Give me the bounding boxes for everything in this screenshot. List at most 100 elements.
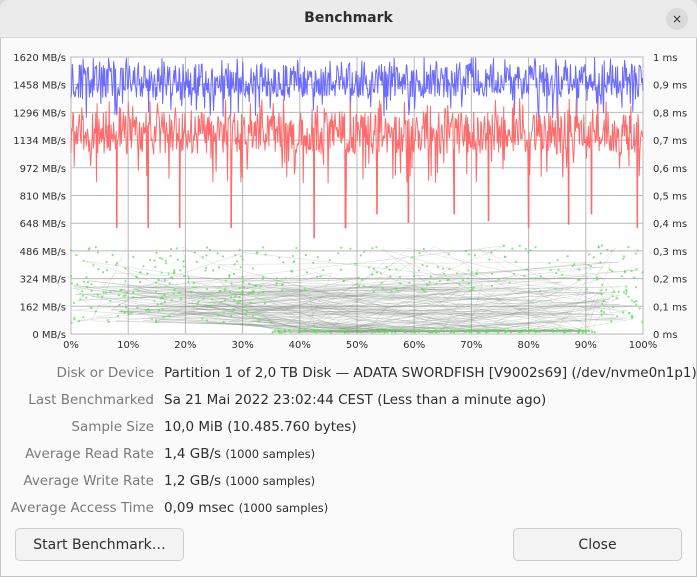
access-time-point (178, 291, 181, 294)
row-value-text: Sa 21 Mai 2022 23:02:44 CEST (Less than … (164, 392, 547, 408)
access-time-point (264, 253, 267, 256)
access-time-point (515, 260, 518, 263)
access-time-point (490, 330, 493, 333)
access-time-point (205, 254, 208, 257)
access-time-point (328, 259, 331, 262)
access-time-point (445, 329, 448, 332)
access-time-point (467, 269, 470, 272)
access-time-point (182, 265, 185, 268)
access-time-point (235, 260, 239, 263)
access-time-point (239, 266, 242, 269)
access-time-point (449, 331, 452, 334)
access-time-point (581, 330, 584, 333)
access-time-point (105, 291, 108, 294)
access-time-point (425, 265, 429, 268)
access-time-point (109, 300, 112, 303)
access-time-point (273, 329, 277, 332)
access-time-point (539, 275, 542, 278)
access-time-point (82, 316, 85, 319)
x-tick: 90% (575, 340, 597, 351)
access-time-point (315, 331, 318, 334)
access-time-point (388, 268, 391, 271)
access-time-point (616, 315, 619, 318)
access-time-point (638, 307, 641, 310)
x-tick: 60% (403, 340, 425, 351)
access-time-point (606, 248, 609, 251)
access-time-point (263, 302, 266, 305)
y-tick-left: 0 MB/s (32, 330, 66, 341)
access-time-point (627, 246, 630, 249)
access-time-point (641, 320, 644, 323)
close-button[interactable]: Close (513, 528, 682, 561)
access-time-point (342, 279, 345, 283)
access-time-point (223, 299, 226, 302)
access-time-point (160, 302, 163, 305)
access-time-point (145, 309, 148, 312)
access-time-point (508, 281, 511, 284)
x-tick: 30% (231, 340, 253, 351)
x-tick: 40% (289, 340, 311, 351)
access-time-point (122, 295, 125, 298)
benchmark-chart: 1620 MB/s 1 ms 1458 MB/s 0,9 ms 1296 MB/s 0,8… (13, 53, 687, 351)
access-time-point (142, 265, 145, 268)
access-time-point (608, 268, 612, 271)
access-time-point (155, 281, 158, 284)
access-time-point (124, 280, 127, 283)
access-time-point (359, 254, 362, 257)
access-time-point (205, 288, 209, 291)
access-time-point (431, 330, 434, 333)
access-time-point (354, 262, 357, 265)
access-time-point (488, 258, 491, 261)
close-icon[interactable]: × (666, 8, 688, 30)
access-time-point (385, 265, 388, 268)
access-time-point (124, 294, 127, 297)
row-value-text: 1,4 GB/s (164, 446, 222, 462)
access-time-point (77, 320, 81, 323)
access-time-point (363, 250, 366, 253)
y-tick-right: 0,5 ms (653, 192, 687, 203)
access-time-point (577, 331, 580, 334)
access-time-point (79, 298, 82, 301)
access-time-point (601, 302, 604, 305)
access-time-point (395, 268, 398, 271)
access-time-point (135, 275, 138, 279)
access-time-point (205, 246, 209, 249)
access-time-point (221, 255, 224, 258)
access-time-point (241, 276, 244, 279)
access-time-point (468, 289, 471, 292)
access-time-point (380, 281, 383, 284)
access-time-point (468, 329, 471, 332)
access-time-point (390, 329, 393, 332)
access-time-point (236, 302, 239, 305)
access-time-point (337, 252, 340, 255)
access-time-point (278, 256, 281, 259)
y-tick-right: 0,7 ms (653, 136, 687, 147)
access-time-point (600, 293, 603, 296)
access-time-point (157, 279, 160, 282)
access-time-point (316, 328, 319, 331)
access-time-point (573, 262, 576, 266)
access-time-point (472, 286, 475, 289)
access-time-point (382, 330, 385, 333)
access-time-point (611, 295, 614, 298)
access-time-point (101, 271, 105, 274)
row-sample-count: (1000 samples) (225, 474, 316, 488)
access-time-point (197, 300, 200, 303)
access-time-point (88, 247, 91, 250)
start-benchmark-button[interactable]: Start Benchmark… (15, 528, 184, 561)
row-value-text: 10,0 MiB (10.485.760 bytes) (164, 419, 357, 435)
access-time-point (633, 276, 636, 279)
access-time-point (85, 296, 88, 299)
access-time-point (336, 330, 339, 333)
access-time-point (443, 272, 446, 275)
access-time-point (551, 329, 554, 333)
x-tick: 80% (517, 340, 539, 351)
access-time-point (425, 283, 429, 286)
access-time-point (284, 277, 287, 280)
access-time-point (612, 290, 616, 293)
access-time-point (139, 281, 142, 284)
access-time-point (254, 284, 257, 288)
access-time-point (167, 272, 170, 275)
access-time-point (636, 249, 639, 252)
access-time-point (547, 329, 550, 332)
